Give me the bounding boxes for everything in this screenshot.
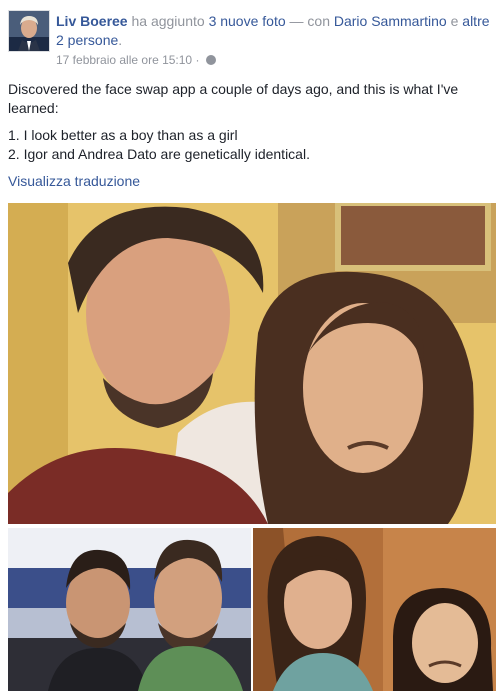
with-text: — con <box>285 13 334 29</box>
author-avatar[interactable] <box>8 10 50 52</box>
avatar-image <box>9 11 49 51</box>
author-name-link[interactable]: Liv Boeree <box>56 13 128 29</box>
post-header: Liv Boeree ha aggiunto 3 nuove foto — co… <box>56 12 496 50</box>
photo-thumbnail-1[interactable] <box>8 528 251 691</box>
post-line: 2. Igor and Andrea Dato are genetically … <box>8 146 310 162</box>
post-line: Discovered the face swap app a couple of… <box>8 81 459 116</box>
event-selfie-image <box>8 528 251 691</box>
globe-icon[interactable] <box>205 55 216 65</box>
timestamp-link[interactable]: 17 febbraio alle ore 15:10 <box>56 53 192 67</box>
action-text: ha aggiunto <box>127 13 209 29</box>
post-text: Discovered the face swap app a couple of… <box>8 80 496 164</box>
photos-link[interactable]: 3 nuove foto <box>209 13 286 29</box>
photo-thumbnail-2[interactable] <box>253 528 496 691</box>
wood-room-selfie-image <box>253 528 496 691</box>
facebook-post: Liv Boeree ha aggiunto 3 nuove foto — co… <box>0 0 503 697</box>
tagged-person-link[interactable]: Dario Sammartino <box>334 13 447 29</box>
post-meta: 17 febbraio alle ore 15:10 · <box>56 52 216 68</box>
end-text: . <box>118 32 123 48</box>
post-line: 1. I look better as a boy than as a girl <box>8 127 238 143</box>
face-swap-selfie-image <box>8 203 496 524</box>
and-text: e <box>446 13 463 29</box>
meta-separator: · <box>192 53 203 67</box>
see-translation-link[interactable]: Visualizza traduzione <box>8 173 140 189</box>
main-photo[interactable] <box>8 203 496 524</box>
